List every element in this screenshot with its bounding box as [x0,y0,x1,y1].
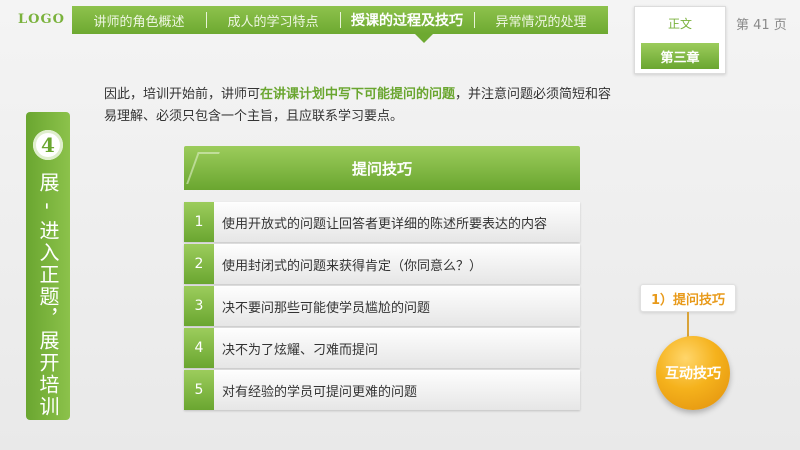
chapter-title: 第三章 [641,43,719,69]
chapter-label: 正文 [667,17,692,31]
list-item-number: 2 [184,244,214,284]
list-item-text: 决不要问那些可能使学员尴尬的问题 [222,300,431,316]
list-item-number: 1 [184,202,214,242]
list-item: 4 决不为了炫耀、刁难而提问 [184,328,580,368]
intro-paragraph: 因此，培训开始前，讲师可在讲课计划中写下可能提问的问题，并注意问题必须简短和容易… [104,84,624,128]
tab-adult-learning[interactable]: 成人的学习特点 [206,6,340,34]
list-item-number: 4 [184,328,214,368]
tab-teaching-skills[interactable]: 授课的过程及技巧 [340,6,474,34]
page-number: 第 41 页 [736,18,787,33]
list-item-text: 使用开放式的问题让回答者更详细的陈述所要表达的内容 [222,216,548,232]
interactive-skills-button[interactable]: 互动技巧 [656,336,730,410]
chapter-tab-bar: 讲师的角色概述 成人的学习特点 授课的过程及技巧 异常情况的处理 [72,6,608,34]
list-item: 2 使用封闭式的问题来获得肯定（你同意么？） [184,244,580,284]
chapter-badge: 正文 第三章 [634,6,726,74]
list-item: 5 对有经验的学员可提问更难的问题 [184,370,580,410]
card-header: 提问技巧 [184,146,580,190]
list-item: 1 使用开放式的问题让回答者更详细的陈述所要表达的内容 [184,202,580,242]
step-sidebar: 4 展 - 进入正题，展开培训 [26,112,70,420]
card-title: 提问技巧 [351,160,412,178]
list-item-text: 对有经验的学员可提问更难的问题 [222,384,418,400]
list-item-text: 决不为了炫耀、刁难而提问 [222,342,379,358]
list-item: 3 决不要问那些可能使学员尴尬的问题 [184,286,580,326]
list-item-number: 5 [184,370,214,410]
step-number-badge: 4 [33,130,63,160]
logo: LOGO [18,12,65,27]
intro-highlight: 在讲课计划中写下可能提问的问题 [260,87,456,102]
questioning-tips-card: 提问技巧 1 使用开放式的问题让回答者更详细的陈述所要表达的内容 2 使用封闭式… [184,146,580,410]
subtopic-tab-questioning[interactable]: 1）提问技巧 [640,284,736,312]
active-tab-pointer-icon [415,34,433,43]
list-item-number: 3 [184,286,214,326]
intro-prefix: 因此，培训开始前，讲师可 [104,87,261,102]
list-item-text: 使用封闭式的问题来获得肯定（你同意么？） [222,258,483,274]
tab-exception-handling[interactable]: 异常情况的处理 [474,6,608,34]
tab-trainer-role[interactable]: 讲师的角色概述 [72,6,206,34]
step-title: 展 - 进入正题，展开培训 [36,172,60,418]
